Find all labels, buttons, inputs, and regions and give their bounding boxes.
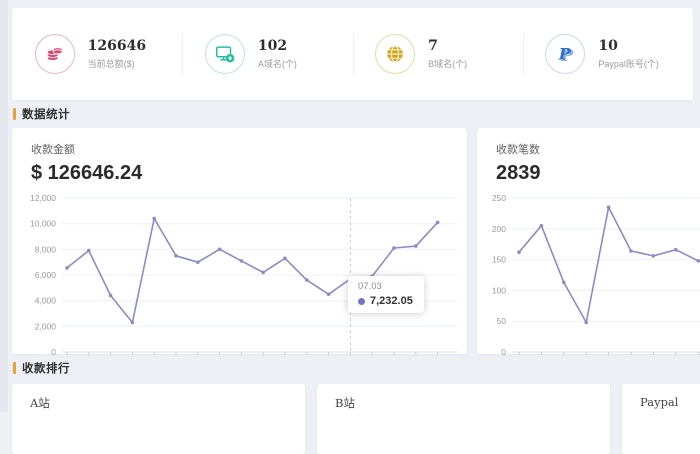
svg-text:4,000: 4,000: [35, 296, 57, 306]
stat-label: B域名(个): [428, 57, 500, 70]
card-title: 收款笔数: [496, 141, 700, 157]
dashboard-content: 126646 当前总额($) 102 A域名(个): [8, 0, 700, 412]
stats-card: 126646 当前总额($) 102 A域名(个): [12, 8, 693, 100]
rank-card-title: A站: [30, 395, 305, 411]
rank-card-paypal: Paypal: [622, 384, 700, 454]
rank-card-b: B站: [317, 384, 610, 454]
svg-text:12,000: 12,000: [30, 193, 56, 203]
svg-text:8,000: 8,000: [35, 244, 57, 254]
payment-amount-card: 收款金额 $ 126646.24 12,000 10,000 8,000 6,000 4…: [12, 128, 467, 354]
accent-bar: [13, 362, 16, 374]
svg-text:250: 250: [492, 193, 506, 203]
stat-label: A域名(个): [258, 57, 330, 70]
stat-label: Paypal账号(个): [598, 57, 670, 70]
stat-value: 10: [598, 38, 670, 54]
stat-item-current-total: 126646 当前总额($): [12, 8, 182, 100]
rank-card-title: Paypal: [640, 395, 700, 409]
section-title-text: 收款排行: [22, 360, 70, 376]
stat-item-b-domains: 7 B域名(个): [353, 8, 523, 100]
section-title-ranking: 收款排行: [13, 361, 693, 375]
section-title-text: 数据统计: [22, 106, 70, 122]
charts-row: 收款金额 $ 126646.24 12,000 10,000 8,000 6,000 4…: [12, 128, 693, 354]
payment-count-card: 收款笔数 2839 250 200 150 100 50 0: [477, 128, 700, 354]
domain-add-icon: [205, 34, 245, 74]
ranking-row: A站 B站 Paypal: [12, 384, 693, 454]
svg-text:200: 200: [492, 224, 506, 234]
svg-text:10,000: 10,000: [30, 219, 56, 229]
card-value: $ 126646.24: [31, 161, 457, 185]
svg-text:2,000: 2,000: [35, 321, 57, 331]
tooltip-value: 7,232.05: [370, 295, 413, 307]
tooltip-series-dot: [358, 298, 365, 305]
paypal-icon: P P: [545, 34, 585, 74]
stat-item-a-domains: 102 A域名(个): [182, 8, 352, 100]
rank-card-title: B站: [335, 395, 610, 411]
svg-text:100: 100: [492, 285, 506, 295]
stat-value: 7: [428, 38, 500, 54]
card-value: 2839: [496, 161, 700, 185]
collapsed-sidebar: [0, 0, 8, 412]
globe-icon: [375, 34, 415, 74]
tooltip-date: 07.03: [358, 281, 413, 292]
section-title-statistics: 数据统计: [13, 107, 693, 121]
svg-text:50: 50: [497, 316, 507, 326]
accent-bar: [13, 108, 16, 120]
svg-text:150: 150: [492, 255, 506, 265]
rank-card-a: A站: [12, 384, 305, 454]
payment-count-chart[interactable]: 250 200 150 100 50 0: [482, 190, 700, 362]
chart-tooltip: 07.03 7,232.05: [348, 276, 424, 313]
svg-text:P: P: [558, 45, 572, 64]
card-title: 收款金额: [31, 141, 457, 157]
stat-value: 126646: [88, 38, 160, 54]
coins-icon: [35, 34, 75, 74]
svg-text:0: 0: [51, 347, 56, 357]
svg-text:0: 0: [501, 347, 506, 357]
stat-item-paypal-accounts: P P 10 Paypal账号(个): [523, 8, 693, 100]
svg-text:6,000: 6,000: [35, 270, 57, 280]
stat-label: 当前总额($): [88, 57, 160, 70]
stat-value: 102: [258, 38, 330, 54]
